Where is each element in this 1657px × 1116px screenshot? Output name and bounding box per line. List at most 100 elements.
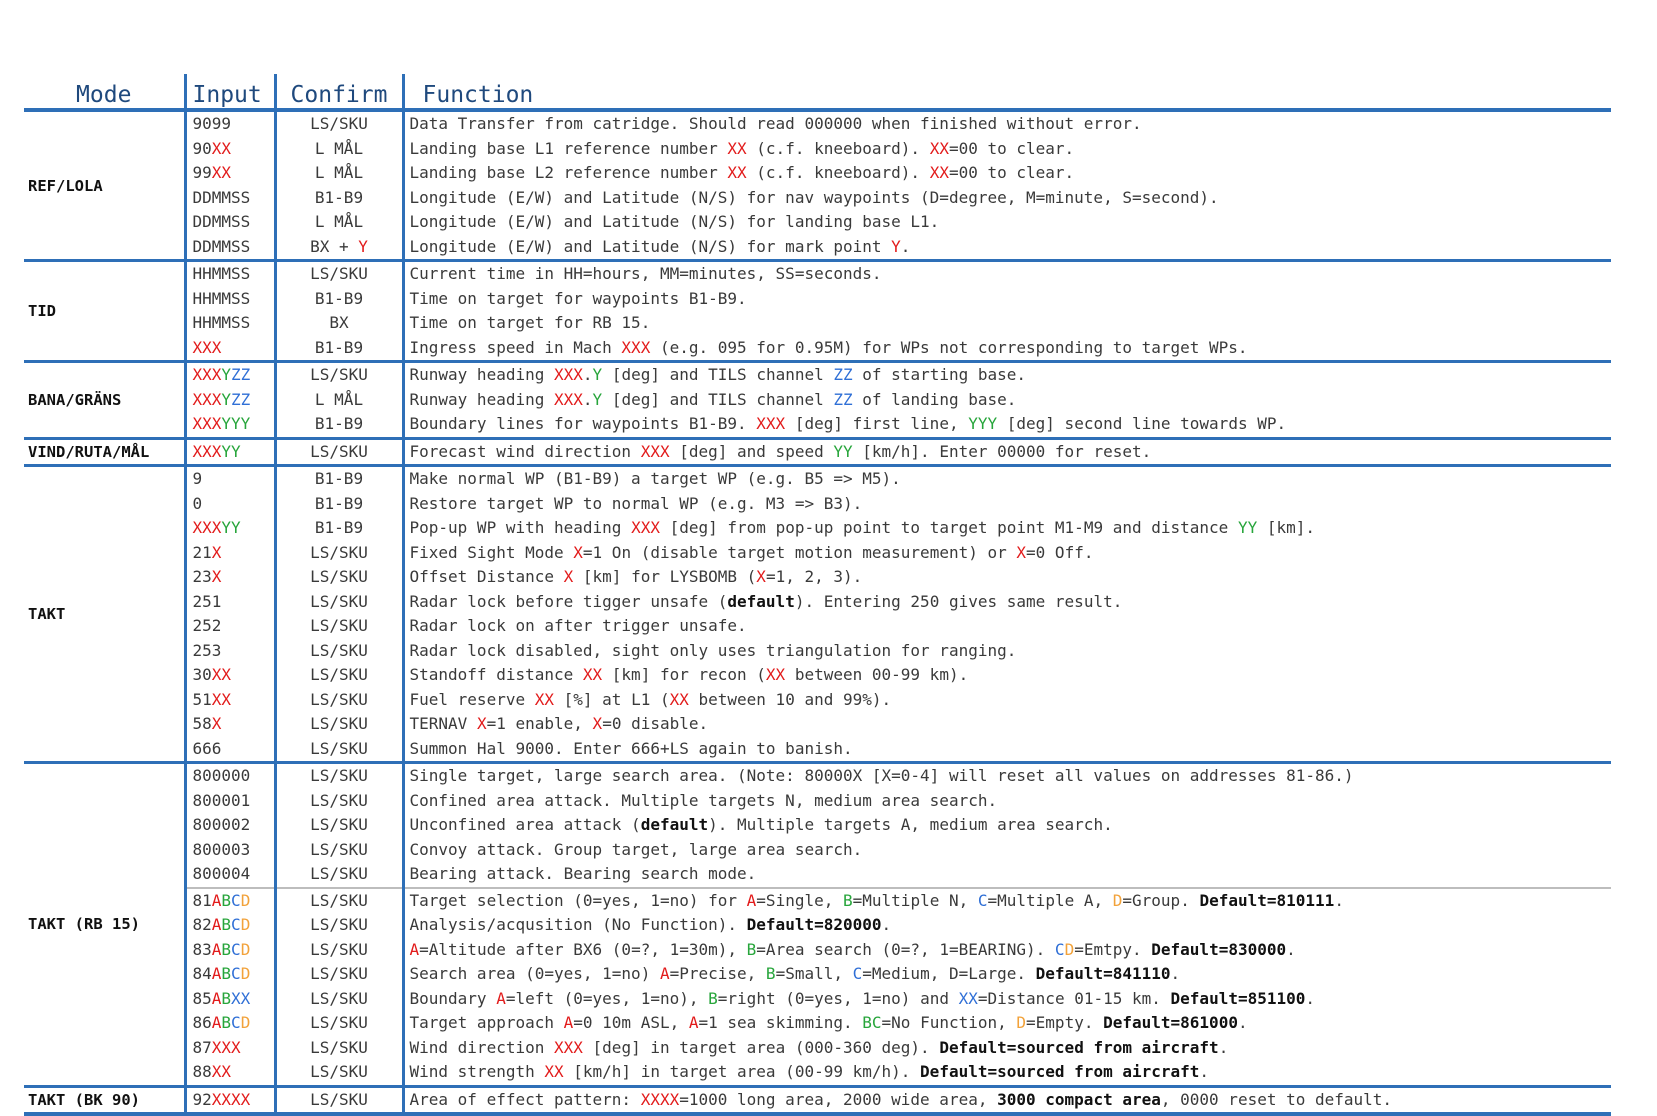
function-segment: =Emtpy. bbox=[1074, 939, 1152, 959]
table-row: REF/LOLA 9099 LS/SKU Data Transfer from cat… bbox=[24, 108, 1611, 261]
function-cell: Boundary A=left (0=yes, 1=no), B=right (… bbox=[401, 986, 1611, 1011]
function-cell: TERNAV X=1 enable, X=0 disable. bbox=[401, 712, 1611, 737]
function-cell: Forecast wind direction XXX [deg] and sp… bbox=[401, 436, 1611, 466]
function-segment: X bbox=[563, 567, 574, 587]
function-segment: [deg] and speed bbox=[669, 441, 834, 461]
input-segment: XX bbox=[211, 665, 232, 685]
function-segment: =1 sea skimming. bbox=[698, 1013, 863, 1033]
confirm-cell: LS/SKU bbox=[273, 1084, 403, 1116]
function-segment: XXXX bbox=[640, 1089, 680, 1109]
function-segment: . bbox=[1286, 939, 1296, 959]
input-cell: 84ABCD bbox=[183, 962, 275, 987]
function-segment: =right (0=yes, 1=no) and bbox=[717, 988, 959, 1008]
input-segment: 800000 bbox=[192, 766, 251, 786]
table-row: 30XX LS/SKU Standoff distance XX [km] for … bbox=[24, 663, 1611, 688]
confirm-segment: LS/SKU bbox=[310, 915, 368, 935]
input-segment: B bbox=[221, 1013, 232, 1033]
table-row: 666 LS/SKU Summon Hal 9000. Enter 666+LS a… bbox=[24, 736, 1611, 763]
input-segment: 92 bbox=[192, 1089, 212, 1109]
function-segment: Default=sourced from aircraft bbox=[920, 1062, 1200, 1082]
function-cell: Summon Hal 9000. Enter 666+LS again to b… bbox=[401, 736, 1611, 763]
input-cell: XXXYYY bbox=[183, 412, 275, 438]
function-segment: =Multiple A, bbox=[987, 890, 1113, 910]
input-cell: 58X bbox=[183, 712, 275, 737]
function-segment: A bbox=[659, 964, 670, 984]
confirm-cell: LS/SKU bbox=[273, 761, 403, 789]
input-cell: XXXYY bbox=[183, 516, 275, 541]
function-segment: XX bbox=[727, 163, 747, 183]
function-segment: (c.f. kneeboard). bbox=[746, 163, 930, 183]
function-segment: Y bbox=[592, 389, 603, 409]
function-segment: . bbox=[1305, 988, 1316, 1008]
function-segment: [km] for LYSBOMB ( bbox=[573, 567, 757, 587]
input-cell: 800000 bbox=[183, 761, 275, 789]
function-segment: =Empty. bbox=[1026, 1013, 1104, 1033]
function-segment: =Precise, bbox=[669, 964, 766, 984]
input-segment: XXX bbox=[192, 518, 222, 538]
input-cell: 85ABXX bbox=[183, 986, 275, 1011]
input-cell: XXXYZZ bbox=[183, 387, 275, 412]
function-segment: Radar lock before tigger unsafe ( bbox=[409, 591, 728, 611]
confirm-segment: B1-B9 bbox=[314, 469, 364, 489]
confirm-cell: LS/SKU bbox=[273, 736, 403, 763]
confirm-segment: Y bbox=[358, 236, 368, 256]
function-cell: Data Transfer from catridge. Should read… bbox=[401, 108, 1611, 137]
function-segment: Current time in HH=hours, MM=minutes, SS… bbox=[409, 264, 882, 284]
function-segment: Boundary bbox=[409, 988, 497, 1008]
input-segment: Y bbox=[221, 389, 232, 409]
function-segment: Time on target for RB 15. bbox=[409, 313, 651, 333]
input-segment: D bbox=[240, 1013, 251, 1033]
function-segment: Longitude (E/W) and Latitude (N/S) for l… bbox=[409, 212, 940, 232]
confirm-cell: LS/SKU bbox=[273, 638, 403, 663]
input-segment: DDMMSS bbox=[192, 212, 251, 232]
input-segment: B bbox=[221, 964, 232, 984]
confirm-segment: L MÅL bbox=[314, 212, 364, 232]
function-segment: XXX bbox=[554, 1037, 583, 1057]
confirm-segment: B1-B9 bbox=[314, 493, 364, 513]
function-segment: B bbox=[746, 939, 757, 959]
function-cell: Convoy attack. Group target, large area … bbox=[401, 837, 1611, 862]
function-segment: Restore target WP to normal WP (e.g. M3 … bbox=[409, 493, 863, 513]
function-segment: . bbox=[1199, 1062, 1210, 1082]
function-segment: D bbox=[1064, 939, 1075, 959]
input-cell: 251 bbox=[183, 589, 275, 614]
function-segment: Fuel reserve bbox=[409, 689, 535, 709]
table-row: DDMMSS B1-B9 Longitude (E/W) and Latitude … bbox=[24, 185, 1611, 210]
function-segment: =Distance 01-15 km. bbox=[977, 988, 1171, 1008]
confirm-cell: LS/SKU bbox=[273, 886, 403, 913]
confirm-cell: LS/SKU bbox=[273, 986, 403, 1011]
input-segment: C bbox=[231, 964, 241, 984]
function-segment: [%] at L1 ( bbox=[554, 689, 670, 709]
function-segment: Runway heading bbox=[409, 389, 554, 409]
function-cell: Longitude (E/W) and Latitude (N/S) for l… bbox=[401, 210, 1611, 235]
input-segment: 23 bbox=[192, 567, 212, 587]
function-segment: =0 10m ASL, bbox=[573, 1013, 689, 1033]
input-cell: 0 bbox=[183, 491, 275, 516]
input-cell: 81ABCD bbox=[183, 886, 275, 913]
input-cell: 252 bbox=[183, 614, 275, 639]
function-cell: Current time in HH=hours, MM=minutes, SS… bbox=[401, 259, 1611, 287]
input-segment: C bbox=[231, 939, 241, 959]
function-segment: Landing base L2 reference number bbox=[409, 163, 728, 183]
confirm-segment: LS/SKU bbox=[310, 689, 368, 709]
table-row: VIND/RUTA/MÅL XXXYY LS/SKU Forecast wind di… bbox=[24, 436, 1611, 466]
function-cell: Landing base L1 reference number XX (c.f… bbox=[401, 136, 1611, 161]
input-segment: D bbox=[240, 964, 251, 984]
function-segment: =00 to clear. bbox=[948, 163, 1075, 183]
input-segment: XX bbox=[231, 988, 251, 1008]
input-cell: 87XXX bbox=[183, 1035, 275, 1060]
input-segment: C bbox=[231, 890, 241, 910]
function-segment: (c.f. kneeboard). bbox=[746, 138, 930, 158]
input-segment: DDMMSS bbox=[192, 187, 251, 207]
function-segment: (e.g. 095 for 0.95M) for WPs not corresp… bbox=[650, 337, 1248, 357]
function-segment: Unconfined area attack ( bbox=[409, 815, 641, 835]
table-row: BANA/GRÄNS XXXYZZ LS/SKU Runway heading XXX… bbox=[24, 360, 1611, 438]
confirm-cell: L MÅL bbox=[273, 210, 403, 235]
function-segment: Wind direction bbox=[409, 1037, 554, 1057]
function-segment: [deg] and TILS channel bbox=[602, 389, 834, 409]
input-cell: 86ABCD bbox=[183, 1011, 275, 1036]
function-cell: Radar lock on after trigger unsafe. bbox=[401, 614, 1611, 639]
mode-cell: VIND/RUTA/MÅL bbox=[24, 436, 185, 466]
confirm-cell: L MÅL bbox=[273, 387, 403, 412]
input-segment: B bbox=[221, 988, 232, 1008]
